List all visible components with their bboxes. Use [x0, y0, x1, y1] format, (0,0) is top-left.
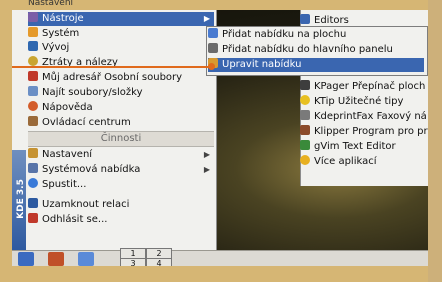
menu-item-edit-menu[interactable]: Upravit nabídku: [208, 58, 424, 72]
add-menu-desktop-icon: [208, 28, 218, 38]
editors-icon: [300, 14, 310, 24]
menu-item-gvim[interactable]: gVim Text Editor: [300, 140, 442, 154]
menu-item-nastaveni[interactable]: Nastavení ▶: [28, 148, 214, 162]
konqueror-icon[interactable]: [78, 252, 94, 266]
control-center-icon: [28, 116, 38, 126]
chevron-right-icon: ▶: [203, 150, 210, 159]
menu-item-kpager[interactable]: KPager Přepínač ploch: [300, 80, 442, 94]
add-menu-panel-icon: [208, 43, 218, 53]
lock-session-icon: [28, 198, 38, 208]
menu-item-fax[interactable]: KdeprintFax Faxový ná: [300, 110, 442, 124]
menu-item-help[interactable]: Nápověda: [28, 101, 214, 115]
desktop-pager: 1 2 3 4: [120, 248, 172, 269]
kpager-icon: [300, 80, 310, 90]
kde-logo-icon[interactable]: [18, 252, 34, 266]
menu-item-find[interactable]: Najít soubory/složky: [28, 86, 214, 100]
find-files-icon: [28, 86, 38, 96]
section-header-cinnosti: Činnosti: [28, 131, 214, 147]
menu-item-klipper[interactable]: Klipper Program pro prá: [300, 125, 442, 139]
taskbar: [12, 250, 428, 267]
menu-item-run[interactable]: Spustit...: [28, 178, 214, 192]
logout-icon: [28, 213, 38, 223]
menu-item-more-apps[interactable]: Více aplikací: [300, 155, 442, 169]
menu-item-add-to-desktop[interactable]: Přidat nabídku na plochu: [208, 28, 408, 42]
development-icon: [28, 41, 38, 51]
menu-item-nastroje[interactable]: Nástroje ▶: [28, 12, 214, 26]
menu-item-home[interactable]: Můj adresář Osobní soubory: [28, 71, 214, 85]
menu-item-top-cut[interactable]: Nastavení: [28, 0, 214, 9]
menu-item-logout[interactable]: Odhlásit se...: [28, 213, 214, 227]
home-icon[interactable]: [48, 252, 64, 266]
menu-item-vyvoj[interactable]: Vývoj: [28, 41, 214, 55]
home-folder-icon: [28, 71, 38, 81]
more-apps-icon: [300, 155, 310, 165]
chevron-right-icon: ▶: [203, 165, 210, 174]
menu-item-system[interactable]: Systém: [28, 27, 214, 41]
menu-item-lock[interactable]: Uzamknout relaci: [28, 198, 214, 212]
ktip-icon: [300, 95, 310, 105]
settings-icon: [28, 148, 38, 158]
frame-left: [0, 0, 12, 282]
help-icon: [28, 101, 38, 111]
system-icon: [28, 27, 38, 37]
run-icon: [28, 178, 38, 188]
system-menu-icon: [28, 163, 38, 173]
frame-bottom: [0, 266, 442, 282]
frame-right: [428, 0, 442, 282]
callout-dot: [208, 63, 215, 70]
menu-item-system-menu[interactable]: Systémová nabídka ▶: [28, 163, 214, 177]
menu-item-add-to-panel[interactable]: Přidat nabídku do hlavního panelu: [208, 43, 408, 57]
menu-item-control-center[interactable]: Ovládací centrum: [28, 116, 214, 130]
klipper-icon: [300, 125, 310, 135]
fax-icon: [300, 110, 310, 120]
menu-item-ktip[interactable]: KTip Užitečné tipy: [300, 95, 442, 109]
lost-found-icon: [28, 56, 38, 66]
gvim-icon: [300, 140, 310, 150]
chevron-right-icon: ▶: [203, 14, 210, 23]
callout-line: [0, 66, 212, 68]
tools-icon: [28, 12, 38, 22]
kde-brand-strip: KDE 3.5: [12, 150, 26, 250]
